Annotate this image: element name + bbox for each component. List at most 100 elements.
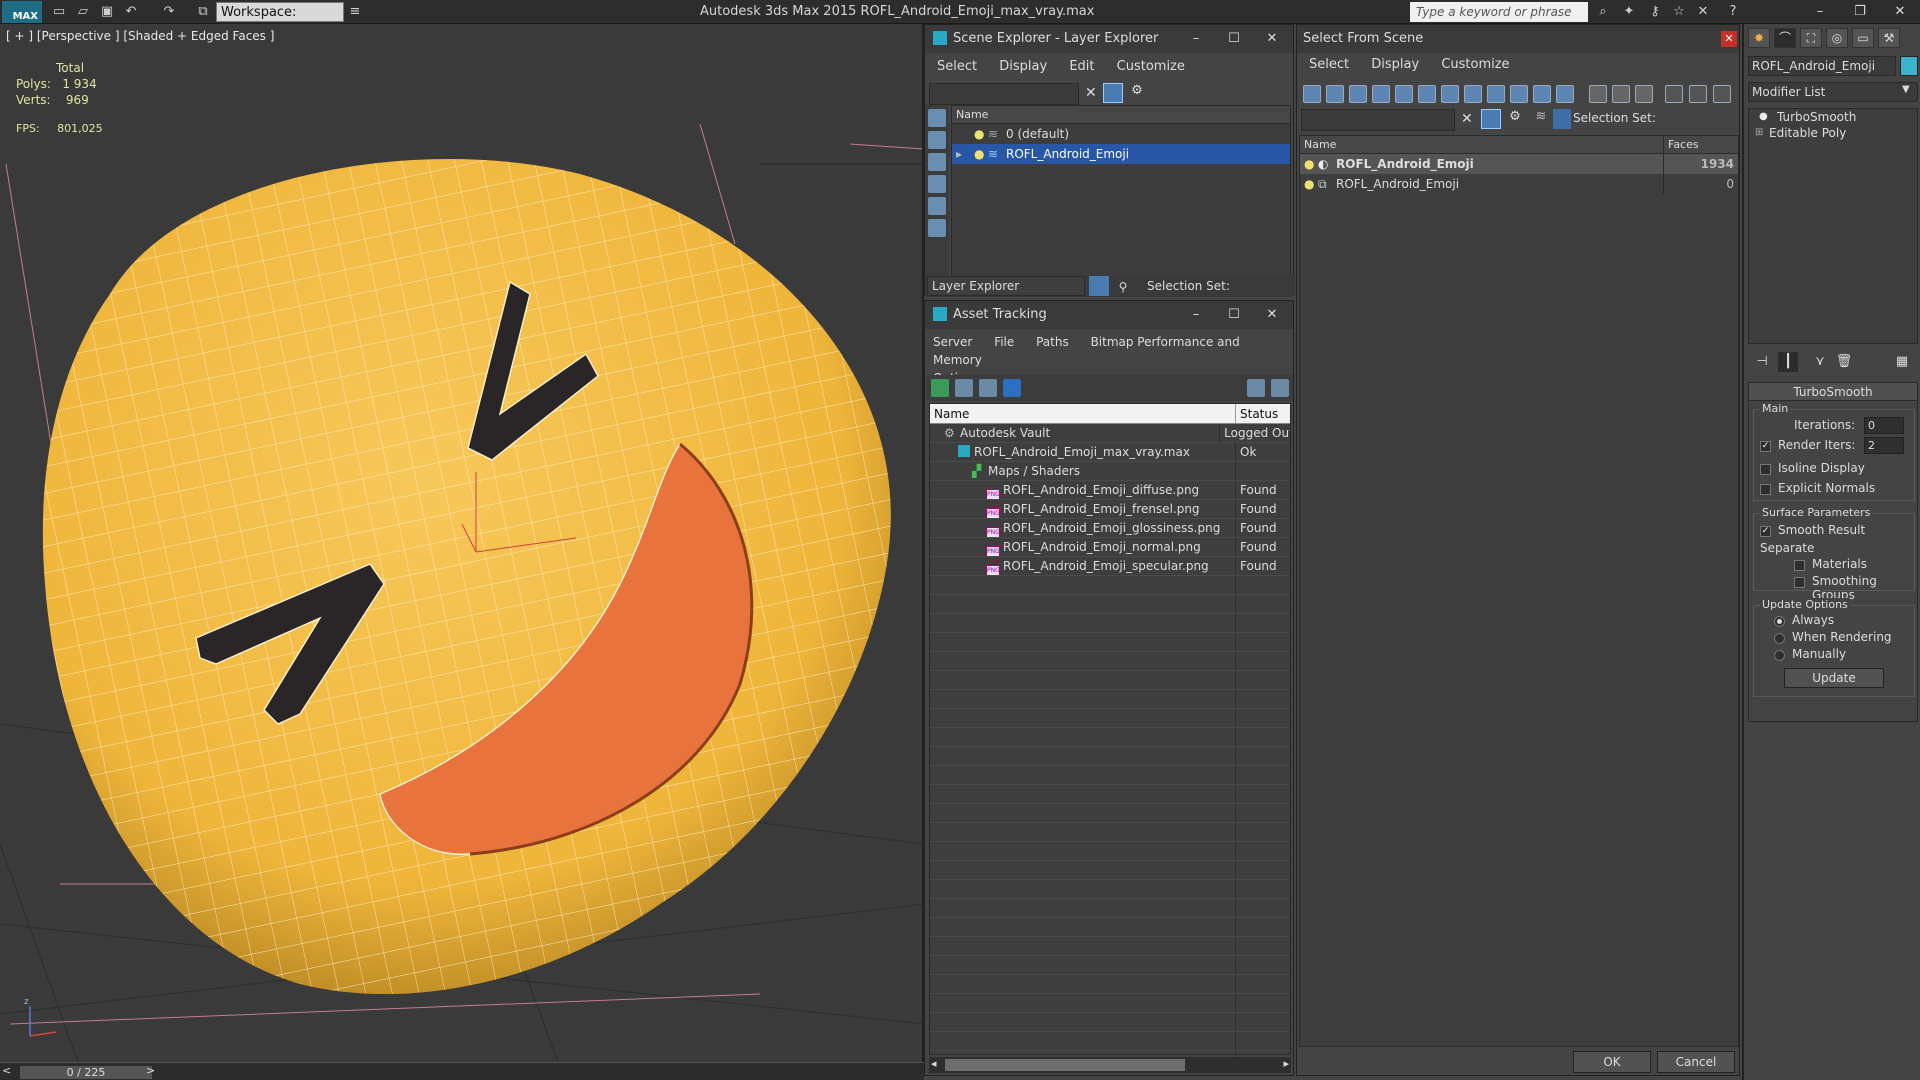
save-icon[interactable]: ▣ [98, 3, 116, 21]
thumbnail-view-icon[interactable] [979, 379, 997, 397]
display-shapes-icon[interactable] [928, 131, 946, 149]
object-row[interactable]: ● ◐ ROFL_Android_Emoji 1934 [1300, 154, 1738, 174]
search-input[interactable]: Type a keyword or phrase [1410, 2, 1588, 22]
display-lights-icon[interactable] [928, 153, 946, 171]
time-slider-thumb[interactable]: 0 / 225 [20, 1066, 152, 1079]
ss-menu-display[interactable]: Display [1371, 57, 1419, 72]
maximize-icon[interactable]: ❐ [1840, 0, 1880, 24]
hierarchy-tab-icon[interactable]: ⛶ [1800, 28, 1822, 48]
se-clear-search-icon[interactable]: ✕ [1085, 85, 1097, 101]
render-iters-spinner[interactable]: 2 [1864, 437, 1904, 454]
show-end-result-icon[interactable]: ┃ [1778, 352, 1798, 372]
ss-close-icon[interactable]: ✕ [1721, 31, 1737, 47]
display-cameras-icon[interactable] [928, 175, 946, 193]
ss-menu-customize[interactable]: Customize [1441, 57, 1509, 72]
se-menu-display[interactable]: Display [999, 59, 1047, 74]
display-geometry-icon[interactable] [928, 109, 946, 127]
display-helpers-icon[interactable] [928, 197, 946, 215]
perspective-viewport[interactable]: z [ + ] [Perspective ] [Shaded + Edged F… [0, 24, 924, 1068]
se-menu-select[interactable]: Select [937, 59, 977, 74]
explicit-normals-checkbox[interactable] [1760, 484, 1771, 495]
at-menu-file[interactable]: File [994, 335, 1014, 349]
time-slider[interactable]: < 0 / 225 > [0, 1062, 924, 1080]
col-header-name[interactable]: Name [930, 404, 1236, 423]
object-row[interactable]: ● ⧉ ROFL_Android_Emoji 0 [1300, 174, 1738, 194]
at-menu-bitmap[interactable]: Bitmap Performance and Memory [933, 335, 1240, 367]
at-menu-server[interactable]: Server [933, 335, 972, 349]
layer-explorer-icon[interactable] [1089, 276, 1109, 296]
star-icon[interactable]: ☆ [1670, 3, 1688, 21]
materials-checkbox[interactable] [1794, 560, 1805, 571]
filter-helpers-icon[interactable] [1395, 85, 1413, 103]
col-header-faces[interactable]: Faces [1664, 136, 1699, 153]
col-header-status[interactable]: Status [1236, 404, 1278, 423]
key-icon[interactable]: ⚷ [1646, 3, 1664, 21]
refresh-icon[interactable] [931, 379, 949, 397]
ss-hierarchy-tree-icon[interactable] [1553, 109, 1571, 129]
se-menu-customize[interactable]: Customize [1117, 59, 1185, 74]
se-search-input[interactable] [929, 83, 1079, 105]
motion-tab-icon[interactable]: ◎ [1826, 28, 1848, 48]
list-view-icon[interactable] [955, 379, 973, 397]
ok-button[interactable]: OK [1573, 1051, 1651, 1073]
minimize-icon[interactable]: – [1800, 0, 1840, 24]
viewport-label[interactable]: [ + ] [Perspective ] [Shaded + Edged Fac… [6, 29, 274, 43]
close-icon[interactable]: ✕ [1880, 0, 1920, 24]
workspace-dropdown[interactable]: Workspace: Default [216, 2, 344, 40]
at-menu-paths[interactable]: Paths [1036, 335, 1069, 349]
help-icon[interactable] [1247, 379, 1265, 397]
filter-xrefs-icon[interactable] [1464, 85, 1482, 103]
lightbulb-icon[interactable]: ● [974, 124, 984, 144]
asset-row[interactable]: ▞ Maps / Shaders [930, 462, 1290, 481]
open-file-icon[interactable]: ▱ [74, 3, 92, 21]
create-tab-icon[interactable]: ✸ [1748, 28, 1770, 48]
at-options-icon[interactable] [1271, 379, 1289, 397]
asset-row[interactable]: PNG ROFL_Android_Emoji_diffuse.png Found [930, 481, 1290, 500]
binoculars-icon[interactable]: ⌕ [1594, 3, 1612, 21]
lightbulb-icon[interactable]: ● [974, 144, 984, 164]
asset-row[interactable]: PNG ROFL_Android_Emoji_glossiness.png Foun… [930, 519, 1290, 538]
stack-item-turbosmooth[interactable]: ● TurboSmooth [1749, 109, 1917, 125]
workspace-menu-icon[interactable]: ≡ [346, 3, 364, 21]
ss-funnel-icon[interactable] [1481, 109, 1501, 129]
modify-tab-icon[interactable]: ⌒ [1774, 28, 1796, 48]
ss-options-icon[interactable]: ⚙ [1505, 109, 1525, 129]
at-minimize-icon[interactable]: – [1177, 303, 1215, 327]
when-rendering-radio[interactable] [1774, 633, 1785, 644]
iterations-spinner[interactable]: 0 [1864, 417, 1904, 434]
col-header-name[interactable]: Name [1300, 136, 1664, 153]
at-close-icon[interactable]: ✕ [1253, 303, 1291, 327]
se-minimize-icon[interactable]: – [1177, 27, 1215, 51]
manually-radio[interactable] [1774, 650, 1785, 661]
filter-shapes-icon[interactable] [1326, 85, 1344, 103]
at-maximize-icon[interactable]: ☐ [1215, 303, 1253, 327]
object-name-field[interactable]: ROFL_Android_Emoji [1748, 56, 1896, 76]
ss-clear-search-icon[interactable]: ✕ [1461, 111, 1473, 127]
close-search-icon[interactable]: ✕ [1694, 3, 1712, 21]
display-spacewarps-icon[interactable] [928, 219, 946, 237]
lightbulb-icon[interactable]: ● [1304, 154, 1314, 174]
asset-row[interactable]: PNG ROFL_Android_Emoji_normal.png Found [930, 538, 1290, 557]
layer-row[interactable]: ▸ ● ≋ ROFL_Android_Emoji [952, 144, 1290, 164]
utilities-tab-icon[interactable]: ⚒ [1878, 28, 1900, 48]
stack-item-editable-poly[interactable]: ⊞ Editable Poly [1749, 125, 1917, 141]
filter-groups-icon[interactable] [1441, 85, 1459, 103]
render-iters-checkbox[interactable]: ✓ [1760, 441, 1771, 452]
filter-cameras-icon[interactable] [1372, 85, 1390, 103]
rollout-header[interactable]: TurboSmooth [1749, 383, 1917, 401]
layer-row[interactable]: ● ≋ 0 (default) [952, 124, 1290, 144]
undo-icon[interactable]: ↶ [122, 3, 140, 21]
asset-row[interactable]: PNG ROFL_Android_Emoji_specular.png Found [930, 557, 1290, 576]
table-view-icon[interactable] [1003, 379, 1021, 397]
filter-spacewarps-icon[interactable] [1418, 85, 1436, 103]
configure-sets-icon[interactable]: ▦ [1892, 352, 1912, 372]
isoline-display-checkbox[interactable] [1760, 464, 1771, 475]
time-next-icon[interactable]: > [146, 1064, 155, 1077]
time-prev-icon[interactable]: < [2, 1064, 11, 1077]
se-options-icon[interactable]: ⚙ [1127, 83, 1147, 103]
filter-lights-icon[interactable] [1349, 85, 1367, 103]
se-close-icon[interactable]: ✕ [1253, 27, 1291, 51]
object-color-swatch[interactable] [1900, 56, 1918, 76]
tools-icon[interactable]: ✦ [1620, 3, 1638, 21]
select-none-icon[interactable] [1612, 85, 1630, 103]
